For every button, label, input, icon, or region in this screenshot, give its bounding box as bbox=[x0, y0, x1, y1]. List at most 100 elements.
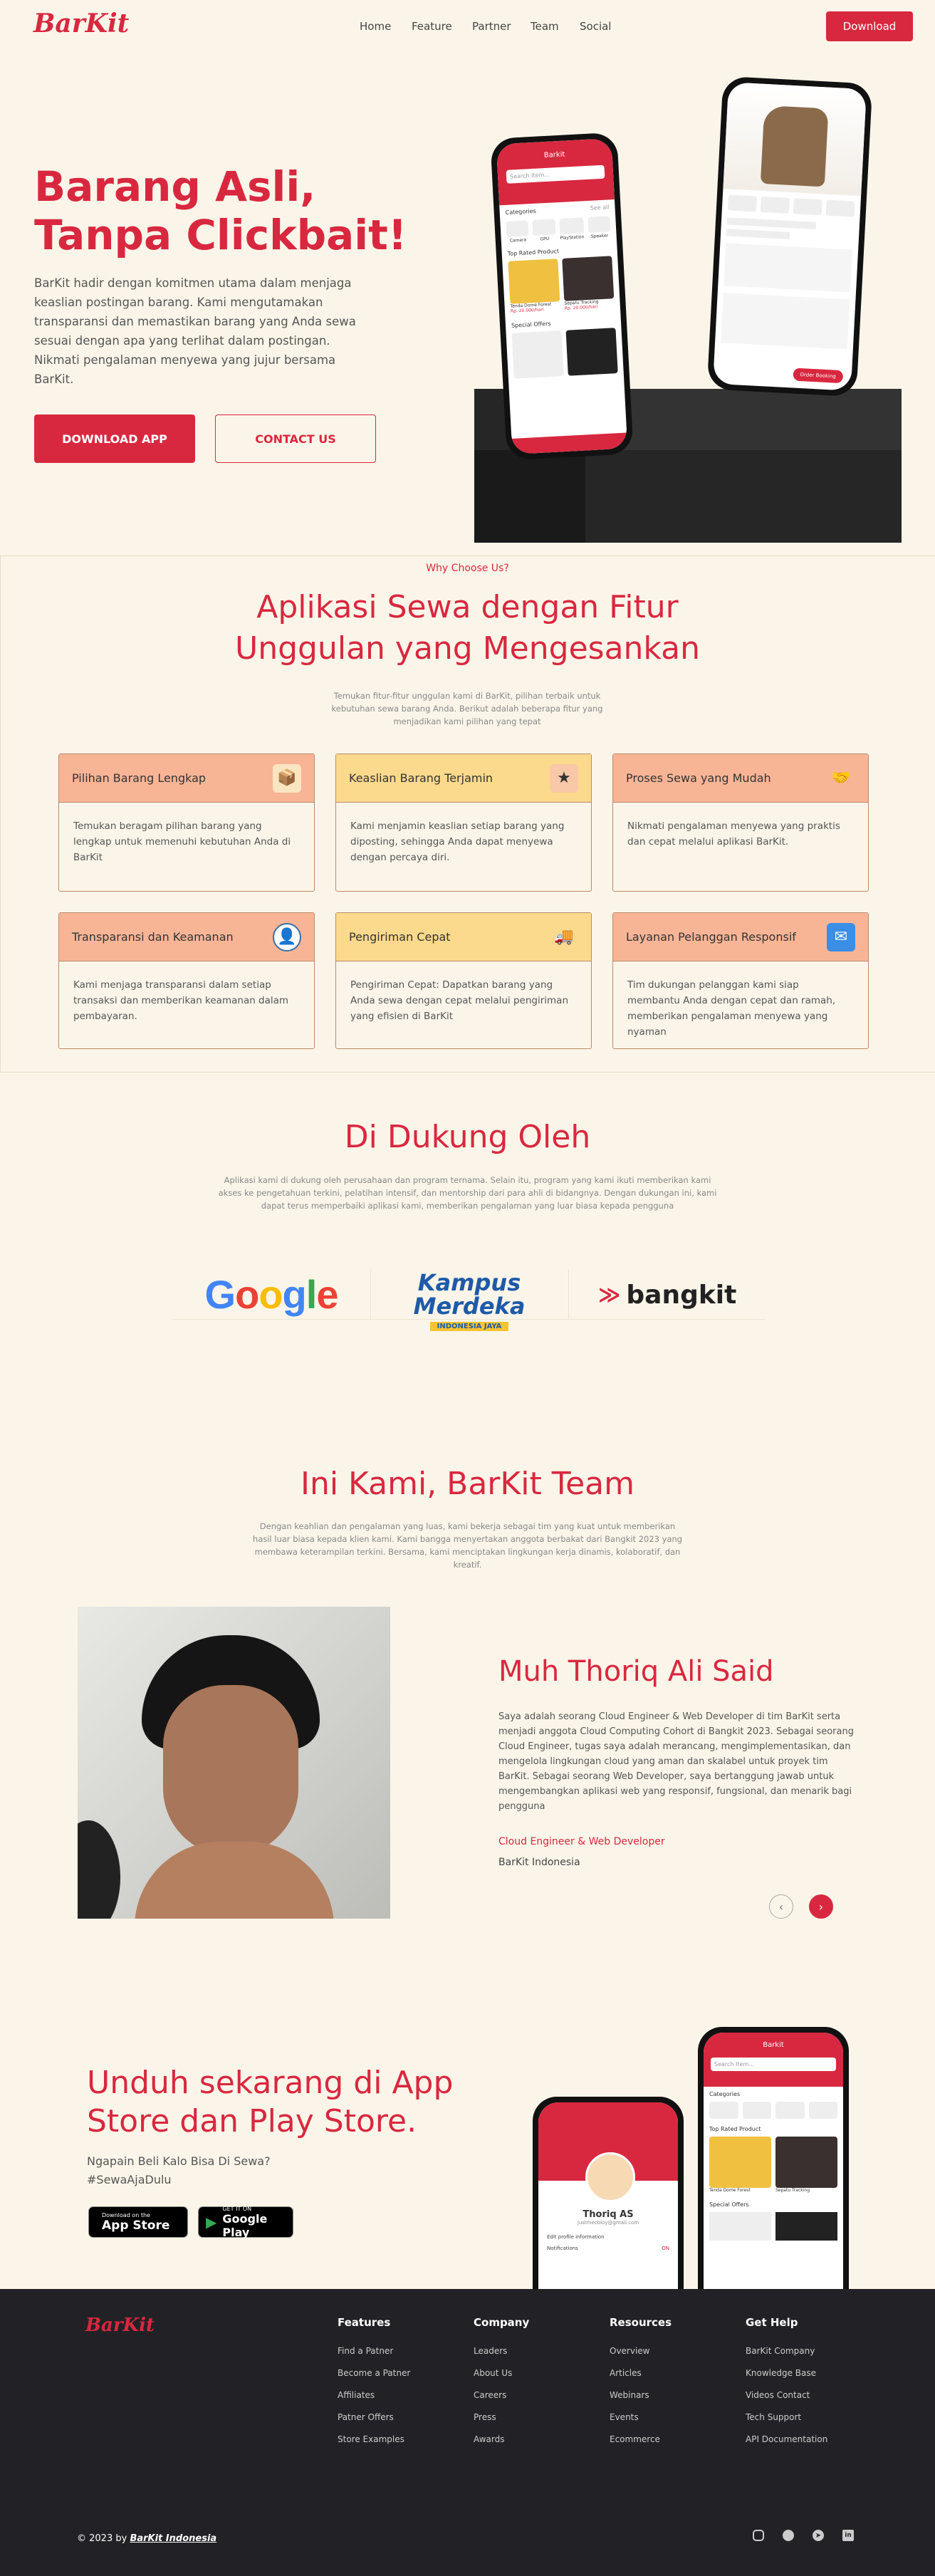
footer-link[interactable]: Careers bbox=[474, 2390, 506, 2400]
cat-item: PlayStation bbox=[560, 234, 585, 241]
footer-link[interactable]: Become a Patner bbox=[338, 2368, 410, 2378]
footer-link[interactable]: Articles bbox=[610, 2368, 642, 2378]
support-icon: ✉ bbox=[827, 922, 855, 951]
app-title: Barkit bbox=[543, 150, 565, 160]
feature-card-title: Pengiriman Cepat bbox=[349, 930, 451, 944]
home-phone-mockup: Barkit Search Item... Categories Top Rat… bbox=[698, 2027, 849, 2289]
feature-card-title: Keaslian Barang Terjamin bbox=[349, 771, 493, 785]
footer-link[interactable]: API Documentation bbox=[746, 2434, 827, 2444]
pedestal-top bbox=[585, 389, 902, 450]
github-icon[interactable] bbox=[783, 2530, 794, 2541]
feature-card: Keaslian Barang Terjamin ★ Kami menjamin … bbox=[335, 753, 592, 892]
boot-image bbox=[723, 82, 867, 197]
cta-title-line1: Unduh sekarang di App bbox=[87, 2065, 454, 2101]
pedestal-shadow bbox=[474, 450, 585, 543]
footer-link[interactable]: Press bbox=[474, 2412, 496, 2422]
top-rated-label: Top Rated Product bbox=[507, 248, 560, 257]
google-play-badge[interactable]: ▶ GET IT ON Google Play bbox=[198, 2205, 293, 2239]
profile-name: Thoriq AS bbox=[583, 2209, 634, 2220]
footer-link[interactable]: Videos Contact bbox=[746, 2390, 810, 2400]
footer-link[interactable]: Leaders bbox=[474, 2346, 507, 2356]
feature-card-body: Pengiriman Cepat: Dapatkan barang yang A… bbox=[350, 979, 569, 1022]
order-booking-button: Order Booking bbox=[793, 367, 844, 384]
profile-menu-item: Edit profile information bbox=[547, 2234, 605, 2240]
download-app-button[interactable]: DOWNLOAD APP bbox=[34, 414, 195, 463]
footer-link[interactable]: Events bbox=[610, 2412, 639, 2422]
footer-logo[interactable]: BarKit bbox=[85, 2315, 155, 2336]
footer-link[interactable]: Knowledge Base bbox=[746, 2368, 816, 2378]
feature-card-title: Layanan Pelanggan Responsif bbox=[626, 930, 796, 944]
linkedin-icon[interactable]: in bbox=[842, 2530, 854, 2541]
nav-feature[interactable]: Feature bbox=[412, 20, 452, 33]
footer-link[interactable]: Patner Offers bbox=[338, 2412, 394, 2422]
indonesia-jaya-text: INDONESIA JAYA bbox=[429, 1322, 509, 1331]
telegram-icon[interactable]: ➤ bbox=[813, 2530, 824, 2541]
copyright-text: © 2023 by bbox=[77, 2533, 127, 2544]
team-member-bio: Saya adalah seorang Cloud Engineer & Web… bbox=[498, 1711, 854, 1812]
feature-card: Layanan Pelanggan Responsif ✉ Tim dukunga… bbox=[612, 912, 869, 1049]
footer-link[interactable]: Find a Patner bbox=[338, 2346, 393, 2356]
logo[interactable]: BarKit bbox=[33, 9, 129, 38]
footer-link[interactable]: Awards bbox=[474, 2434, 504, 2444]
home-product-name: Tenda Dome Forest bbox=[709, 2188, 751, 2193]
support-title: Di Dukung Oleh bbox=[344, 1119, 591, 1155]
footer-link[interactable]: BarKit Company bbox=[746, 2346, 815, 2356]
footer-col-title: Company bbox=[474, 2316, 530, 2329]
feature-card-body: Nikmati pengalaman menyewa yang praktis … bbox=[627, 820, 840, 848]
feature-card-title: Transparansi dan Keamanan bbox=[72, 930, 234, 944]
user-shield-icon: 👤 bbox=[273, 922, 301, 951]
support-description: Aplikasi kami di dukung oleh perusahaan … bbox=[218, 1175, 717, 1211]
merdeka-text: Merdeka bbox=[413, 1293, 526, 1320]
contact-us-button[interactable]: CONTACT US bbox=[215, 414, 376, 463]
cta-subtitle: Ngapain Beli Kalo Bisa Di Sewa? bbox=[87, 2154, 271, 2168]
kampus-text: Kampus bbox=[417, 1269, 521, 1296]
team-member-org: BarKit Indonesia bbox=[498, 1857, 580, 1868]
team-member-name: Muh Thoriq Ali Said bbox=[498, 1655, 774, 1688]
why-description: Temukan fitur-fitur unggulan kami di Bar… bbox=[331, 691, 603, 726]
notification-toggle-label: ON bbox=[662, 2246, 669, 2251]
nav-partner[interactable]: Partner bbox=[472, 20, 511, 33]
google-logo: Google bbox=[204, 1271, 339, 1317]
bangkit-logo: ≫ bangkit bbox=[598, 1281, 736, 1310]
footer-link[interactable]: Webinars bbox=[610, 2390, 649, 2400]
nav-home[interactable]: Home bbox=[360, 20, 391, 33]
logo-divider bbox=[568, 1269, 569, 1319]
home-top-rated-label: Top Rated Product bbox=[709, 2126, 761, 2132]
app-search: Search Item... bbox=[506, 165, 605, 184]
badge-icon: ★ bbox=[550, 763, 578, 793]
footer-link[interactable]: Overview bbox=[610, 2346, 650, 2356]
profile-avatar bbox=[585, 2152, 635, 2202]
copyright-link[interactable]: BarKit Indonesia bbox=[130, 2533, 216, 2544]
feature-card-title: Pilihan Barang Lengkap bbox=[72, 771, 207, 785]
profile-email: justmecbloy@gmail.com bbox=[577, 2220, 639, 2226]
play-icon: ▶ bbox=[206, 2213, 217, 2231]
cta-title: Unduh sekarang di App Store dan Play Sto… bbox=[87, 2064, 453, 2141]
nav-download-button[interactable]: Download bbox=[826, 11, 913, 41]
phone-mockup-left: Barkit Search Item... Categories See all … bbox=[490, 132, 634, 461]
feature-card-body: Temukan beragam pilihan barang yang leng… bbox=[73, 820, 291, 863]
hero-title-line1: Barang Asli, bbox=[34, 162, 316, 211]
handshake-icon: 🤝 bbox=[827, 763, 855, 793]
nav-social[interactable]: Social bbox=[580, 20, 611, 33]
feature-card: Pengiriman Cepat 🚚 Pengiriman Cepat: Dapa… bbox=[335, 912, 592, 1049]
home-special-label: Special Offers bbox=[709, 2201, 749, 2208]
footer-link[interactable]: Store Examples bbox=[338, 2434, 404, 2444]
google-play-small: GET IT ON bbox=[222, 2205, 252, 2212]
carousel-next-button[interactable]: › bbox=[809, 1894, 833, 1919]
footer-link[interactable]: About Us bbox=[474, 2368, 512, 2378]
why-title: Aplikasi Sewa dengan Fitur Unggulan yang… bbox=[0, 587, 935, 669]
instagram-icon[interactable] bbox=[753, 2530, 764, 2541]
app-store-badge[interactable]: Download on the App Store bbox=[88, 2206, 188, 2238]
categories-label: Categories bbox=[505, 207, 537, 216]
cat-item: GPU bbox=[540, 236, 550, 242]
carousel-prev-button[interactable]: ‹ bbox=[769, 1894, 793, 1919]
nav-team[interactable]: Team bbox=[531, 20, 559, 33]
special-offers-label: Special Offers bbox=[511, 320, 551, 329]
footer-link[interactable]: Tech Support bbox=[746, 2412, 801, 2422]
footer-link[interactable]: Affiliates bbox=[338, 2390, 375, 2400]
footer-link[interactable]: Ecommerce bbox=[610, 2434, 660, 2444]
footer-col-title: Resources bbox=[610, 2316, 672, 2329]
box-icon: 📦 bbox=[273, 763, 301, 793]
footer-col-title: Get Help bbox=[746, 2316, 798, 2329]
hero-title: Barang Asli, Tanpa Clickbait! bbox=[34, 162, 407, 259]
